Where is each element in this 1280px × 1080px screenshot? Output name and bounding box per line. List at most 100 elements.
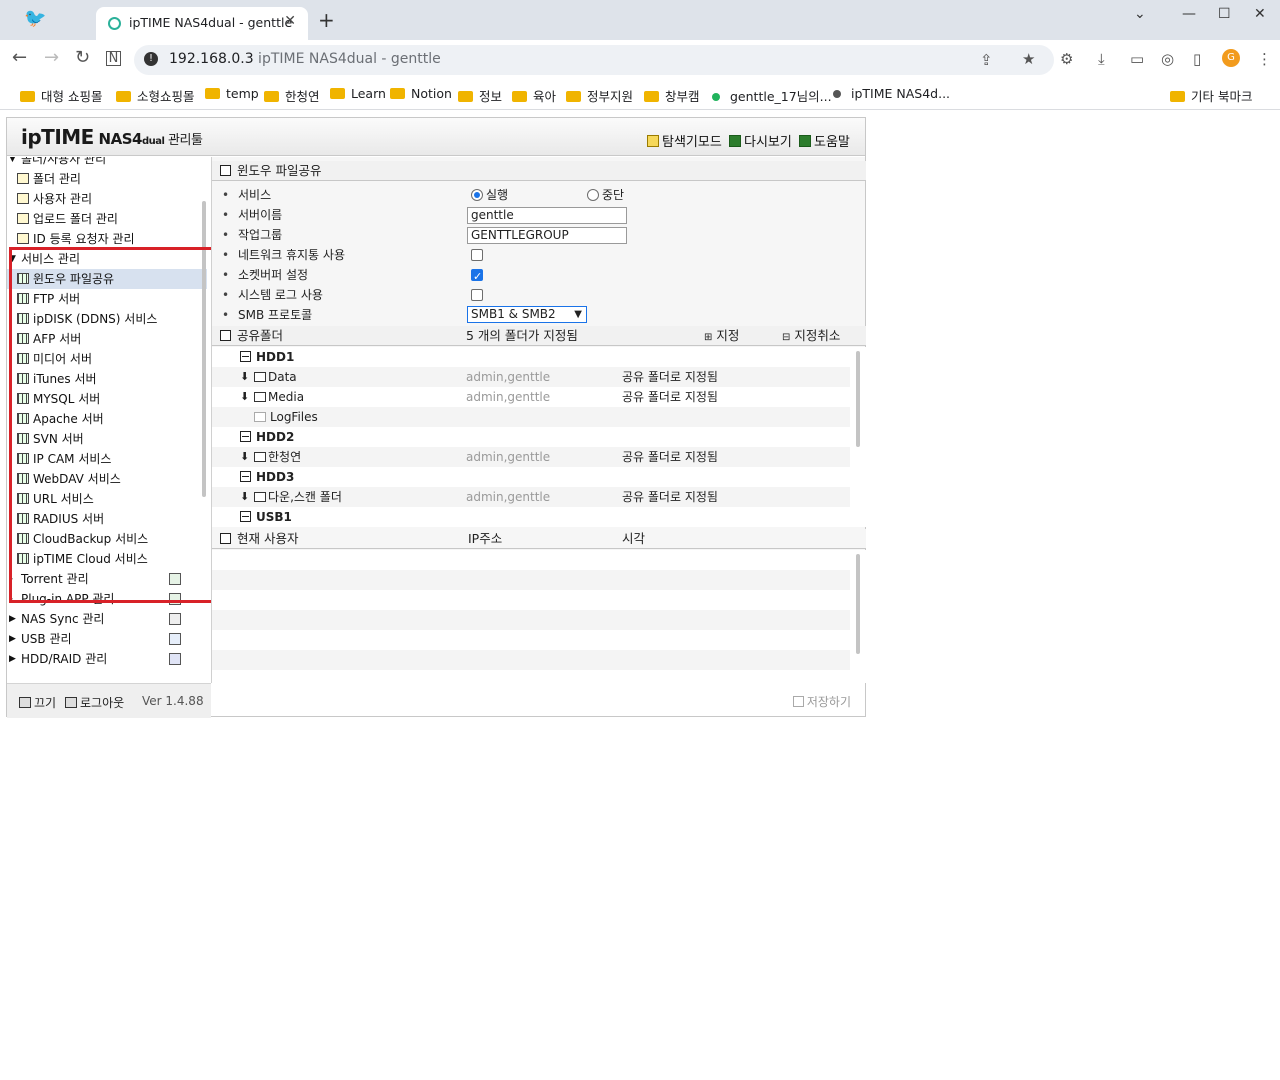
tab-favicon-icon	[108, 17, 121, 30]
workgroup-row: • 작업그룹 GENTTLEGROUP	[212, 225, 866, 245]
sidebar-category-usb[interactable]: ▶ USB 관리	[7, 629, 207, 649]
share-scrollbar[interactable]	[856, 351, 860, 447]
sidebar-item-folder[interactable]: 폴더 관리	[7, 169, 207, 189]
smb-select[interactable]: SMB1 & SMB2 ▼	[467, 306, 587, 323]
bookmark-item[interactable]: 소형쇼핑몰	[116, 86, 195, 105]
socket-label: 소켓버퍼 설정	[238, 268, 309, 282]
socket-buffer-row: • 소켓버퍼 설정	[212, 265, 866, 287]
folder-row[interactable]: ⬇ 한청연 admin,genttle 공유 폴더로 지정됨	[212, 447, 850, 467]
page-icon	[17, 173, 29, 184]
socket-buffer-checkbox[interactable]	[471, 267, 483, 287]
bookmark-item[interactable]: 육아	[512, 86, 556, 105]
service-label: 서비스	[238, 188, 272, 202]
explore-mode-link[interactable]: 탐색기모드	[647, 131, 722, 150]
download-icon[interactable]: ⤓	[1098, 50, 1105, 68]
chevron-down-icon: ▼	[574, 309, 582, 320]
users-scrollbar[interactable]	[856, 554, 860, 654]
stop-label: 중단	[602, 188, 625, 202]
other-bookmarks[interactable]: 기타 북마크	[1170, 86, 1252, 105]
browser-tab-bar: 🐦 ipTIME NAS4dual - genttle ✕ + ⌄ — ☐ ✕	[0, 0, 1280, 40]
logout-button[interactable]: 로그아웃	[65, 694, 124, 711]
bullet-icon: •	[222, 208, 230, 222]
bullet-icon: •	[222, 188, 230, 202]
minimize-icon[interactable]: —	[1182, 6, 1196, 22]
address-bar[interactable]: ! 192.168.0.3 ipTIME NAS4dual - genttle …	[134, 45, 1054, 75]
hdd-row[interactable]: HDD1	[212, 347, 850, 367]
download-arrow-icon: ⬇	[240, 390, 250, 403]
run-radio[interactable]	[471, 189, 483, 201]
menu-icon[interactable]: ⋮	[1257, 50, 1272, 68]
folder-icon	[254, 412, 266, 422]
refresh-link[interactable]: 다시보기	[729, 131, 792, 150]
run-label: 실행	[486, 188, 509, 202]
bookmark-item[interactable]: temp	[205, 86, 259, 101]
iptime-logo: ipTIME NAS4dual 관리툴	[21, 125, 203, 149]
stop-radio[interactable]	[587, 189, 599, 201]
folder-row[interactable]: ⬇ 다운,스캔 폴더 admin,genttle 공유 폴더로 지정됨	[212, 487, 850, 507]
expand-icon[interactable]	[240, 511, 251, 522]
power-off-button[interactable]: 끄기	[19, 694, 56, 711]
tab-search-icon[interactable]: ⌄	[1134, 6, 1146, 22]
close-tab-icon[interactable]: ✕	[284, 13, 296, 29]
bookmark-item[interactable]: Notion	[390, 86, 452, 101]
server-name-row: • 서버이름 genttle	[212, 205, 866, 225]
folder-row[interactable]: ⬇ Data admin,genttle 공유 폴더로 지정됨	[212, 367, 850, 387]
syslog-checkbox[interactable]	[471, 289, 483, 301]
sidebar-category-hdd-raid[interactable]: ▶ HDD/RAID 관리	[7, 649, 207, 669]
maximize-icon[interactable]: ☐	[1218, 6, 1231, 22]
new-tab-button[interactable]: +	[318, 10, 335, 30]
url-text[interactable]: 192.168.0.3 ipTIME NAS4dual - genttle	[169, 51, 441, 67]
bookmark-item[interactable]: 대형 쇼핑몰	[20, 86, 102, 105]
hdd-row[interactable]: USB1	[212, 507, 850, 527]
version-label: Ver 1.4.88	[142, 694, 204, 708]
sidebar-category-folder-user[interactable]: ▼ 폴더/사용자 관리	[7, 157, 207, 169]
folder-row[interactable]: ⬇ Media admin,genttle 공유 폴더로 지정됨	[212, 387, 850, 407]
iptime-admin-frame: ipTIME NAS4dual 관리툴 탐색기모드 다시보기 도움말 ▼ 폴더/사…	[6, 117, 866, 718]
share-folder-list: HDD1 ⬇ Data admin,genttle 공유 폴더로 지정됨 ⬇ Media…	[212, 347, 866, 527]
collapse-icon[interactable]	[240, 431, 251, 442]
site-info-icon[interactable]: !	[144, 52, 158, 66]
syslog-row: • 시스템 로그 사용	[212, 285, 866, 305]
sidebar-item-upload-folder[interactable]: 업로드 폴더 관리	[7, 209, 207, 229]
hdd-row[interactable]: HDD2	[212, 427, 850, 447]
folder-icon	[254, 372, 266, 382]
video-icon[interactable]: ▭	[1130, 50, 1144, 68]
bookmark-item[interactable]: 창부캠	[644, 86, 700, 105]
folder-icon	[512, 91, 527, 102]
bookmark-item[interactable]: 정보	[458, 86, 502, 105]
section-icon	[220, 165, 231, 176]
folder-row[interactable]: LogFiles	[212, 407, 850, 427]
screenshot-icon[interactable]: ◎	[1161, 50, 1174, 68]
close-window-icon[interactable]: ✕	[1254, 6, 1266, 22]
save-button[interactable]: 저장하기	[792, 693, 851, 710]
browser-tab[interactable]: ipTIME NAS4dual - genttle ✕	[96, 7, 308, 40]
workgroup-input[interactable]: GENTTLEGROUP	[467, 227, 627, 244]
bookmark-item[interactable]: genttle_17님의...	[712, 86, 832, 105]
sidebar-item-user[interactable]: 사용자 관리	[7, 189, 207, 209]
profile-avatar[interactable]: G	[1222, 49, 1240, 67]
sidebar-category-nas-sync[interactable]: ▶ NAS Sync 관리	[7, 609, 207, 629]
sidebar-item-id-request[interactable]: ID 등록 요청자 관리	[7, 229, 207, 249]
help-link[interactable]: 도움말	[799, 131, 850, 150]
naver-icon[interactable]: N	[106, 51, 121, 66]
bookmark-item[interactable]: 한청연	[264, 86, 320, 105]
server-name-input[interactable]: genttle	[467, 207, 627, 224]
bookmark-star-icon[interactable]: ★	[1022, 50, 1035, 68]
folder-icon	[1170, 91, 1185, 102]
collapse-icon[interactable]	[240, 471, 251, 482]
extensions-icon[interactable]: ⚙	[1060, 50, 1073, 68]
collapse-icon[interactable]	[240, 351, 251, 362]
assign-button[interactable]: ⊞ 지정	[704, 326, 739, 348]
reload-icon[interactable]: ↻	[75, 48, 90, 68]
recycle-checkbox[interactable]	[471, 249, 483, 261]
back-icon[interactable]: ←	[12, 48, 27, 68]
sidebar-icon[interactable]: ▯	[1193, 50, 1201, 68]
share-icon[interactable]: ⇪	[980, 51, 993, 69]
unassign-button[interactable]: ⊟ 지정취소	[782, 326, 840, 348]
bookmark-item[interactable]: 정부지원	[566, 86, 633, 105]
bookmark-item[interactable]: Learn	[330, 86, 386, 101]
bookmark-item[interactable]: ipTIME NAS4d...	[833, 86, 950, 101]
forward-icon[interactable]: →	[44, 48, 59, 68]
hdd-row[interactable]: HDD3	[212, 467, 850, 487]
syslog-label: 시스템 로그 사용	[238, 288, 323, 302]
